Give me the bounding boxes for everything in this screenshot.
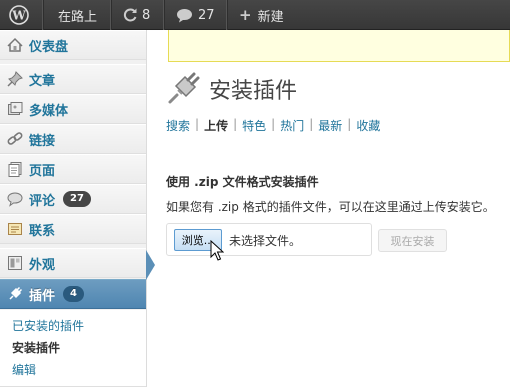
site-name-link[interactable]: 在路上 <box>58 0 97 30</box>
sidebar-item-label: 联系 <box>29 223 56 239</box>
tab-favorites[interactable]: 收藏 <box>356 117 380 134</box>
upload-heading: 使用 .zip 文件格式安装插件 <box>166 175 319 189</box>
new-label: 新建 <box>257 9 284 25</box>
sidebar-item-comments[interactable]: 评论 27 <box>0 184 146 214</box>
media-icon <box>7 101 23 117</box>
updates-link[interactable]: 8 <box>122 0 150 30</box>
sidebar-item-appearance[interactable]: 外观 <box>0 248 146 278</box>
install-now-button[interactable]: 现在安装 <box>378 229 447 252</box>
submenu-installed-plugins[interactable]: 已安装的插件 <box>12 317 84 334</box>
appearance-icon <box>7 255 23 271</box>
refresh-icon <box>122 7 138 23</box>
upload-description: 如果您有 .zip 格式的插件文件，可以在这里通过上传安装它。 <box>166 200 495 214</box>
wordpress-logo-icon[interactable]: W <box>9 0 29 30</box>
tab-search[interactable]: 搜索 <box>166 117 190 134</box>
new-content-link[interactable]: + 新建 <box>239 0 284 30</box>
contact-icon <box>7 221 23 237</box>
sidebar-item-posts[interactable]: 文章 <box>0 64 146 94</box>
plugin-icon <box>7 286 23 302</box>
sidebar-item-contact[interactable]: 联系 <box>0 214 146 244</box>
sidebar-item-media[interactable]: 多媒体 <box>0 94 146 124</box>
sidebar-item-label: 链接 <box>29 133 56 149</box>
sidebar-item-label: 仪表盘 <box>29 39 69 55</box>
sidebar-item-label: 插件 <box>29 288 56 304</box>
sidebar-item-dashboard[interactable]: 仪表盘 <box>0 30 146 60</box>
comment-icon <box>7 191 23 207</box>
sidebar-item-label: 文章 <box>29 73 56 89</box>
active-menu-arrow <box>146 250 155 280</box>
sidebar-item-label: 评论 <box>29 193 56 209</box>
comments-count: 27 <box>198 7 215 23</box>
plugins-submenu: 已安装的插件 安装插件 编辑 <box>0 310 146 387</box>
plugin-page-icon <box>166 70 202 106</box>
tab-upload[interactable]: 上传 <box>204 117 228 134</box>
updates-count: 8 <box>142 7 151 23</box>
site-name: 在路上 <box>58 9 98 25</box>
admin-bar: W 在路上 8 27 + 新建 <box>0 0 510 30</box>
page-title: 安装插件 <box>209 79 298 104</box>
sidebar-item-pages[interactable]: 页面 <box>0 154 146 184</box>
tab-featured[interactable]: 特色 <box>242 117 266 134</box>
submenu-add-plugin[interactable]: 安装插件 <box>12 339 60 356</box>
comments-link[interactable]: 27 <box>176 0 215 30</box>
tab-newest[interactable]: 最新 <box>318 117 342 134</box>
tab-popular[interactable]: 热门 <box>280 117 304 134</box>
notice-bar <box>168 30 510 62</box>
install-tabs: 搜索 | 上传 | 特色 | 热门 | 最新 | 收藏 <box>166 117 381 134</box>
plus-icon: + <box>239 6 252 24</box>
svg-text:W: W <box>11 9 26 23</box>
page-icon <box>7 161 23 177</box>
submenu-editor[interactable]: 编辑 <box>12 361 36 378</box>
sidebar-item-links[interactable]: 链接 <box>0 124 146 154</box>
dashboard-icon <box>7 37 23 53</box>
sidebar-item-label: 页面 <box>29 163 56 179</box>
link-icon <box>7 131 23 147</box>
admin-sidebar: 仪表盘 文章 多媒体 链接 页面 评论 27 联系 外观 插件 4 已安装的插件… <box>0 30 147 387</box>
mouse-cursor-icon <box>210 239 225 262</box>
sidebar-item-label: 外观 <box>29 257 56 273</box>
pin-icon <box>7 71 23 87</box>
sidebar-item-label: 多媒体 <box>29 103 69 119</box>
plugins-badge: 4 <box>63 286 84 302</box>
comments-badge: 27 <box>63 191 91 207</box>
comment-bubble-icon <box>176 8 193 23</box>
sidebar-item-plugins[interactable]: 插件 4 <box>0 279 146 309</box>
no-file-selected-label: 未选择文件。 <box>229 234 302 248</box>
